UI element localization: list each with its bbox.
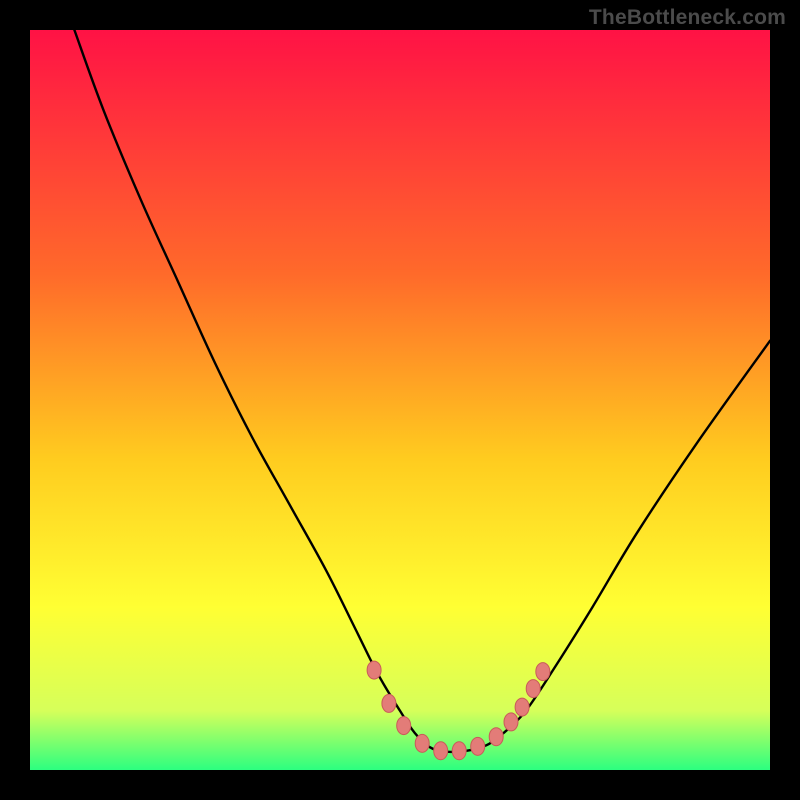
curve-marker — [526, 680, 540, 698]
chart-frame: TheBottleneck.com — [0, 0, 800, 800]
curve-marker — [367, 661, 381, 679]
curve-marker — [434, 742, 448, 760]
curve-marker — [452, 742, 466, 760]
curve-marker — [489, 728, 503, 746]
curve-marker — [397, 717, 411, 735]
curve-marker — [504, 713, 518, 731]
curve-marker — [471, 737, 485, 755]
gradient-background — [30, 30, 770, 770]
plot-area — [30, 30, 770, 770]
watermark-text: TheBottleneck.com — [589, 6, 786, 30]
curve-marker — [382, 694, 396, 712]
bottleneck-plot-svg — [30, 30, 770, 770]
curve-marker — [515, 698, 529, 716]
curve-marker — [536, 663, 550, 681]
curve-marker — [415, 734, 429, 752]
